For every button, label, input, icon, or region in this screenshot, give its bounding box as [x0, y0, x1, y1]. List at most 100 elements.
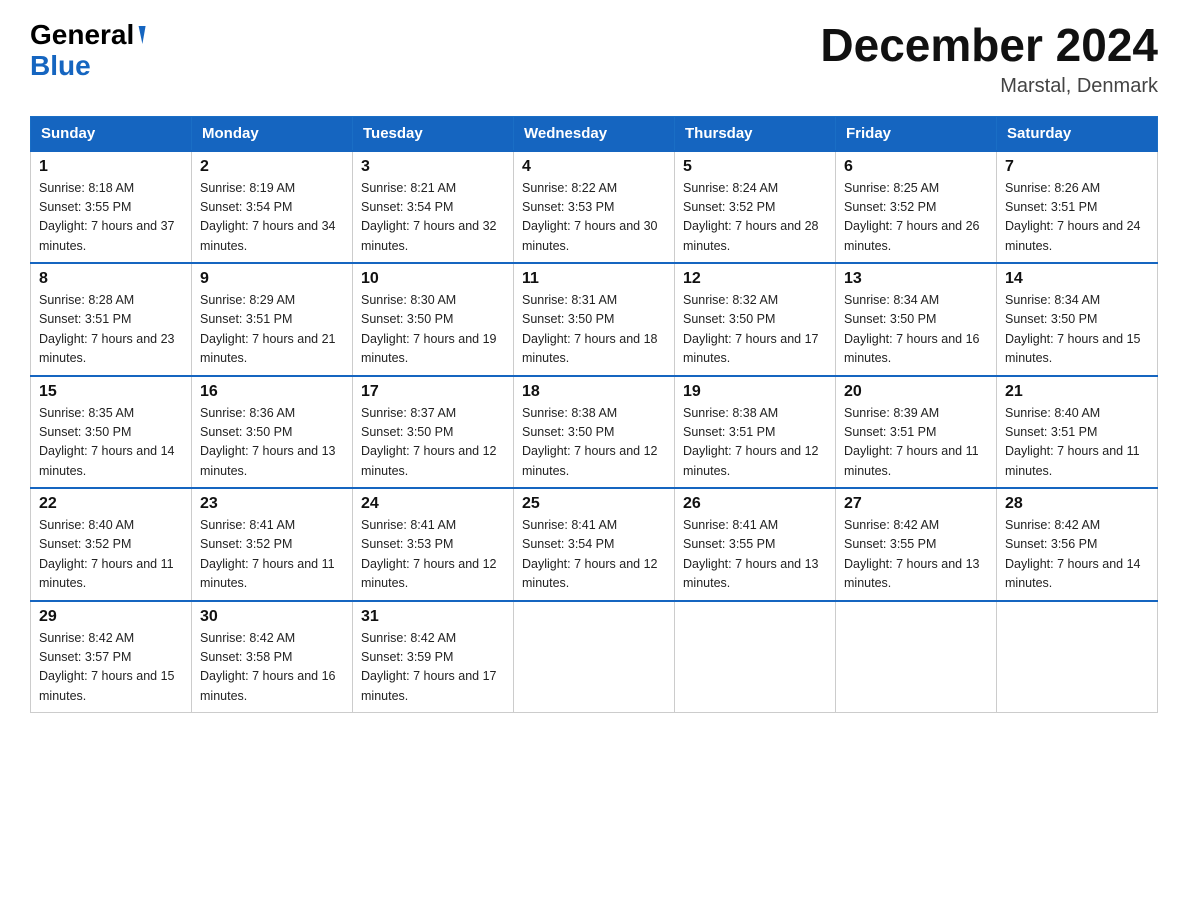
day-number: 9 — [200, 270, 344, 288]
day-number: 15 — [39, 383, 183, 401]
day-sun-info: Sunrise: 8:34 AMSunset: 3:50 PMDaylight:… — [1005, 291, 1149, 369]
day-sun-info: Sunrise: 8:42 AMSunset: 3:59 PMDaylight:… — [361, 629, 505, 707]
day-number: 13 — [844, 270, 988, 288]
day-sun-info: Sunrise: 8:37 AMSunset: 3:50 PMDaylight:… — [361, 404, 505, 482]
calendar-day-cell — [836, 601, 997, 713]
calendar-day-cell: 11 Sunrise: 8:31 AMSunset: 3:50 PMDayligh… — [514, 263, 675, 376]
day-number: 25 — [522, 495, 666, 513]
calendar-day-cell: 12 Sunrise: 8:32 AMSunset: 3:50 PMDayligh… — [675, 263, 836, 376]
day-number: 18 — [522, 383, 666, 401]
calendar-day-cell: 17 Sunrise: 8:37 AMSunset: 3:50 PMDayligh… — [353, 376, 514, 489]
logo: General Blue — [30, 20, 144, 82]
day-number: 20 — [844, 383, 988, 401]
calendar-day-cell: 2 Sunrise: 8:19 AMSunset: 3:54 PMDaylight… — [192, 151, 353, 264]
day-number: 22 — [39, 495, 183, 513]
calendar-day-cell: 28 Sunrise: 8:42 AMSunset: 3:56 PMDayligh… — [997, 488, 1158, 601]
day-number: 14 — [1005, 270, 1149, 288]
day-number: 19 — [683, 383, 827, 401]
calendar-day-cell: 30 Sunrise: 8:42 AMSunset: 3:58 PMDayligh… — [192, 601, 353, 713]
calendar-week-row: 29Sunrise: 8:42 AMSunset: 3:57 PMDayligh… — [31, 601, 1158, 713]
calendar-day-cell: 7 Sunrise: 8:26 AMSunset: 3:51 PMDaylight… — [997, 151, 1158, 264]
calendar-day-cell: 6Sunrise: 8:25 AMSunset: 3:52 PMDaylight… — [836, 151, 997, 264]
calendar-day-cell: 20 Sunrise: 8:39 AMSunset: 3:51 PMDayligh… — [836, 376, 997, 489]
calendar-day-cell — [675, 601, 836, 713]
calendar-day-cell: 31 Sunrise: 8:42 AMSunset: 3:59 PMDayligh… — [353, 601, 514, 713]
day-number: 10 — [361, 270, 505, 288]
day-sun-info: Sunrise: 8:41 AMSunset: 3:52 PMDaylight:… — [200, 516, 344, 594]
day-number: 17 — [361, 383, 505, 401]
day-sun-info: Sunrise: 8:42 AMSunset: 3:55 PMDaylight:… — [844, 516, 988, 594]
day-of-week-header: Friday — [836, 116, 997, 151]
calendar-day-cell: 23 Sunrise: 8:41 AMSunset: 3:52 PMDayligh… — [192, 488, 353, 601]
day-sun-info: Sunrise: 8:38 AMSunset: 3:50 PMDaylight:… — [522, 404, 666, 482]
day-sun-info: Sunrise: 8:38 AMSunset: 3:51 PMDaylight:… — [683, 404, 827, 482]
calendar-day-cell: 4 Sunrise: 8:22 AMSunset: 3:53 PMDaylight… — [514, 151, 675, 264]
day-of-week-header: Sunday — [31, 116, 192, 151]
day-sun-info: Sunrise: 8:18 AMSunset: 3:55 PMDaylight:… — [39, 179, 183, 257]
calendar-day-cell: 8Sunrise: 8:28 AMSunset: 3:51 PMDaylight… — [31, 263, 192, 376]
calendar-day-cell: 13 Sunrise: 8:34 AMSunset: 3:50 PMDayligh… — [836, 263, 997, 376]
day-number: 2 — [200, 158, 344, 176]
day-number: 1 — [39, 158, 183, 176]
day-sun-info: Sunrise: 8:42 AMSunset: 3:58 PMDaylight:… — [200, 629, 344, 707]
day-number: 28 — [1005, 495, 1149, 513]
day-of-week-header: Wednesday — [514, 116, 675, 151]
logo-general-text: General — [30, 20, 134, 51]
day-sun-info: Sunrise: 8:32 AMSunset: 3:50 PMDaylight:… — [683, 291, 827, 369]
calendar-week-row: 1 Sunrise: 8:18 AMSunset: 3:55 PMDaylight… — [31, 151, 1158, 264]
day-sun-info: Sunrise: 8:26 AMSunset: 3:51 PMDaylight:… — [1005, 179, 1149, 257]
day-sun-info: Sunrise: 8:36 AMSunset: 3:50 PMDaylight:… — [200, 404, 344, 482]
calendar-day-cell: 24 Sunrise: 8:41 AMSunset: 3:53 PMDayligh… — [353, 488, 514, 601]
day-number: 12 — [683, 270, 827, 288]
title-area: December 2024 Marstal, Denmark — [820, 20, 1158, 98]
day-of-week-header: Thursday — [675, 116, 836, 151]
day-sun-info: Sunrise: 8:39 AMSunset: 3:51 PMDaylight:… — [844, 404, 988, 482]
calendar-day-cell: 5Sunrise: 8:24 AMSunset: 3:52 PMDaylight… — [675, 151, 836, 264]
day-sun-info: Sunrise: 8:29 AMSunset: 3:51 PMDaylight:… — [200, 291, 344, 369]
day-sun-info: Sunrise: 8:19 AMSunset: 3:54 PMDaylight:… — [200, 179, 344, 257]
day-sun-info: Sunrise: 8:40 AMSunset: 3:51 PMDaylight:… — [1005, 404, 1149, 482]
day-number: 11 — [522, 270, 666, 288]
day-number: 31 — [361, 608, 505, 626]
calendar-day-cell: 18 Sunrise: 8:38 AMSunset: 3:50 PMDayligh… — [514, 376, 675, 489]
calendar-day-cell: 15Sunrise: 8:35 AMSunset: 3:50 PMDayligh… — [31, 376, 192, 489]
day-number: 6 — [844, 158, 988, 176]
calendar-day-cell: 27Sunrise: 8:42 AMSunset: 3:55 PMDayligh… — [836, 488, 997, 601]
day-number: 26 — [683, 495, 827, 513]
day-number: 3 — [361, 158, 505, 176]
day-number: 30 — [200, 608, 344, 626]
calendar-day-cell: 22Sunrise: 8:40 AMSunset: 3:52 PMDayligh… — [31, 488, 192, 601]
calendar-day-cell — [514, 601, 675, 713]
location-subtitle: Marstal, Denmark — [820, 75, 1158, 98]
calendar-day-cell: 19 Sunrise: 8:38 AMSunset: 3:51 PMDayligh… — [675, 376, 836, 489]
day-sun-info: Sunrise: 8:41 AMSunset: 3:55 PMDaylight:… — [683, 516, 827, 594]
day-sun-info: Sunrise: 8:42 AMSunset: 3:56 PMDaylight:… — [1005, 516, 1149, 594]
day-sun-info: Sunrise: 8:22 AMSunset: 3:53 PMDaylight:… — [522, 179, 666, 257]
day-sun-info: Sunrise: 8:21 AMSunset: 3:54 PMDaylight:… — [361, 179, 505, 257]
day-number: 29 — [39, 608, 183, 626]
calendar-day-cell: 16Sunrise: 8:36 AMSunset: 3:50 PMDayligh… — [192, 376, 353, 489]
day-of-week-header: Monday — [192, 116, 353, 151]
day-number: 4 — [522, 158, 666, 176]
logo-blue-text: Blue — [30, 51, 91, 82]
day-header-row: SundayMondayTuesdayWednesdayThursdayFrid… — [31, 116, 1158, 151]
day-number: 7 — [1005, 158, 1149, 176]
day-number: 23 — [200, 495, 344, 513]
calendar-day-cell — [997, 601, 1158, 713]
calendar-day-cell: 10Sunrise: 8:30 AMSunset: 3:50 PMDayligh… — [353, 263, 514, 376]
day-sun-info: Sunrise: 8:41 AMSunset: 3:53 PMDaylight:… — [361, 516, 505, 594]
day-number: 24 — [361, 495, 505, 513]
month-title: December 2024 — [820, 20, 1158, 71]
calendar-day-cell: 25Sunrise: 8:41 AMSunset: 3:54 PMDayligh… — [514, 488, 675, 601]
page-header: General Blue December 2024 Marstal, Denm… — [30, 20, 1158, 98]
day-number: 21 — [1005, 383, 1149, 401]
day-number: 5 — [683, 158, 827, 176]
calendar-day-cell: 3 Sunrise: 8:21 AMSunset: 3:54 PMDaylight… — [353, 151, 514, 264]
calendar-day-cell: 29Sunrise: 8:42 AMSunset: 3:57 PMDayligh… — [31, 601, 192, 713]
calendar-day-cell: 9 Sunrise: 8:29 AMSunset: 3:51 PMDaylight… — [192, 263, 353, 376]
day-sun-info: Sunrise: 8:34 AMSunset: 3:50 PMDaylight:… — [844, 291, 988, 369]
calendar-table: SundayMondayTuesdayWednesdayThursdayFrid… — [30, 116, 1158, 714]
calendar-week-row: 15Sunrise: 8:35 AMSunset: 3:50 PMDayligh… — [31, 376, 1158, 489]
calendar-day-cell: 1 Sunrise: 8:18 AMSunset: 3:55 PMDaylight… — [31, 151, 192, 264]
day-sun-info: Sunrise: 8:31 AMSunset: 3:50 PMDaylight:… — [522, 291, 666, 369]
